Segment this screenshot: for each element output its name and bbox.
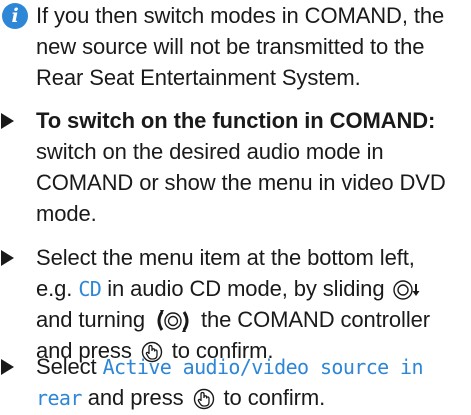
triangle-bullet-icon — [1, 359, 14, 375]
display-text-source: Active audio/video source in — [102, 355, 424, 379]
step-text-line-1: Select the menu item at the bottom left, — [36, 245, 415, 270]
info-icon: i — [2, 3, 28, 29]
info-note: i If you then switch modes in COMAND, th… — [0, 0, 471, 93]
step-text: and press — [81, 385, 190, 410]
triangle-bullet-icon — [1, 250, 14, 266]
controller-press-icon — [193, 388, 214, 410]
step-heading: To switch on the function in COMAND: — [36, 108, 436, 133]
step-text: to confirm. — [217, 385, 326, 410]
display-text-cd: CD — [78, 277, 102, 301]
triangle-bullet-icon — [1, 113, 14, 129]
step-text: the COMAND controller — [195, 307, 430, 332]
step-switch-on: To switch on the function in COMAND: swi… — [0, 105, 471, 229]
step-select-source: Select Active audio/video source in rear… — [0, 351, 471, 413]
display-text-rear: rear — [36, 386, 82, 410]
note-text-line-3: Rear Seat Entertainment System. — [36, 65, 361, 90]
manual-page: i If you then switch modes in COMAND, th… — [0, 0, 471, 415]
step-select-menu-item: Select the menu item at the bottom left,… — [0, 242, 471, 366]
step-text-line-1: switch on the desired audio mode in — [36, 139, 384, 164]
step-text: in audio CD mode, by sliding — [101, 276, 391, 301]
step-text-line-3: mode. — [36, 201, 97, 226]
step-text: e.g. — [36, 276, 79, 301]
step-text-line-2: COMAND or show the menu in video DVD — [36, 170, 446, 195]
controller-slide-down-icon — [393, 280, 420, 300]
step-text-line-2: rear and press to confirm. — [0, 382, 471, 413]
note-text-line-2: new source will not be transmitted to th… — [36, 34, 425, 59]
step-text: Select — [36, 354, 103, 379]
step-text-line-1: Select Active audio/video source in — [0, 351, 471, 382]
step-text-line-2: e.g. CD in audio CD mode, by sliding — [0, 273, 471, 304]
step-text-line-3: and turning the COMAND controller — [0, 304, 471, 335]
step-text: and turning — [36, 307, 151, 332]
note-text-line-1: If you then switch modes in COMAND, the — [36, 3, 445, 28]
controller-turn-icon — [157, 310, 189, 333]
